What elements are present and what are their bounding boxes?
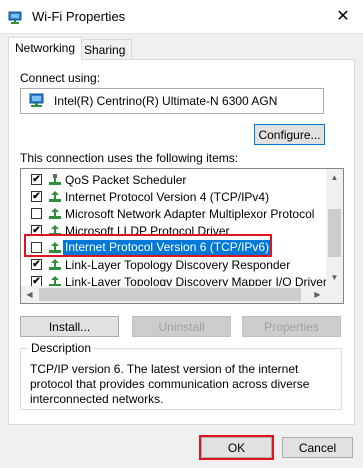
properties-button[interactable]: Properties xyxy=(242,316,341,337)
item-label: Microsoft LLDP Protocol Driver xyxy=(65,224,230,238)
horizontal-scrollbar[interactable]: ◀ ▶ xyxy=(21,286,343,303)
items-label: This connection uses the following items… xyxy=(20,151,239,165)
item-checkbox[interactable]: ✔ xyxy=(31,259,42,270)
network-protocol-icon xyxy=(49,225,61,236)
list-item-lldp[interactable]: ✔ Microsoft LLDP Protocol Driver xyxy=(21,222,325,239)
list-item-lltd-responder[interactable]: ✔ Link-Layer Topology Discovery Responde… xyxy=(21,256,325,273)
items-list[interactable]: ✔ QoS Packet Scheduler ✔ Internet Protoc… xyxy=(20,168,344,304)
item-checkbox[interactable]: ✔ xyxy=(31,191,42,202)
description-text: TCP/IP version 6. The latest version of … xyxy=(30,362,310,406)
list-item-qos[interactable]: ✔ QoS Packet Scheduler xyxy=(21,171,325,188)
network-protocol-icon xyxy=(49,242,61,253)
description-legend: Description xyxy=(28,341,95,355)
ok-button[interactable]: OK xyxy=(201,437,272,458)
install-button[interactable]: Install... xyxy=(20,316,119,337)
network-protocol-icon xyxy=(49,208,61,219)
tab-networking[interactable]: Networking xyxy=(8,37,83,60)
adapter-name: Intel(R) Centrino(R) Ultimate-N 6300 AGN xyxy=(54,94,278,108)
scroll-thumb[interactable] xyxy=(328,209,341,257)
network-adapter-icon xyxy=(8,11,22,24)
uninstall-button[interactable]: Uninstall xyxy=(132,316,231,337)
item-label: Microsoft Network Adapter Multiplexor Pr… xyxy=(65,207,315,221)
item-label: Link-Layer Topology Discovery Responder xyxy=(65,258,291,272)
tab-sharing[interactable]: Sharing xyxy=(77,39,133,60)
scroll-right-icon[interactable]: ▶ xyxy=(309,286,326,303)
cancel-button[interactable]: Cancel xyxy=(282,437,353,458)
item-label: Internet Protocol Version 6 (TCP/IPv6) xyxy=(63,240,272,255)
item-label: Internet Protocol Version 4 (TCP/IPv4) xyxy=(65,190,270,204)
list-item-ipv6[interactable]: Internet Protocol Version 6 (TCP/IPv6) xyxy=(21,239,325,256)
scroll-corner xyxy=(326,286,343,303)
item-checkbox[interactable] xyxy=(31,208,42,219)
scroll-up-icon[interactable]: ▲ xyxy=(326,169,343,186)
close-icon[interactable]: ✕ xyxy=(333,7,353,27)
scroll-thumb[interactable] xyxy=(39,288,301,301)
window-title: Wi-Fi Properties xyxy=(32,9,126,24)
adapter-display: Intel(R) Centrino(R) Ultimate-N 6300 AGN xyxy=(20,88,324,114)
network-protocol-icon xyxy=(49,191,61,202)
vertical-scrollbar[interactable]: ▲ ▼ xyxy=(326,169,343,286)
network-card-icon xyxy=(29,93,44,107)
scroll-left-icon[interactable]: ◀ xyxy=(21,286,38,303)
list-item-multiplexor[interactable]: Microsoft Network Adapter Multiplexor Pr… xyxy=(21,205,325,222)
item-checkbox[interactable]: ✔ xyxy=(31,174,42,185)
item-checkbox[interactable] xyxy=(31,242,42,253)
item-checkbox[interactable]: ✔ xyxy=(31,225,42,236)
network-protocol-icon xyxy=(49,259,61,270)
title-bar: Wi-Fi Properties ✕ xyxy=(0,0,363,34)
list-item-ipv4[interactable]: ✔ Internet Protocol Version 4 (TCP/IPv4) xyxy=(21,188,325,205)
connect-using-label: Connect using: xyxy=(20,71,101,85)
item-label: QoS Packet Scheduler xyxy=(65,173,187,187)
scroll-down-icon[interactable]: ▼ xyxy=(326,269,343,286)
network-protocol-icon xyxy=(49,174,61,185)
configure-button[interactable]: Configure... xyxy=(254,124,325,145)
